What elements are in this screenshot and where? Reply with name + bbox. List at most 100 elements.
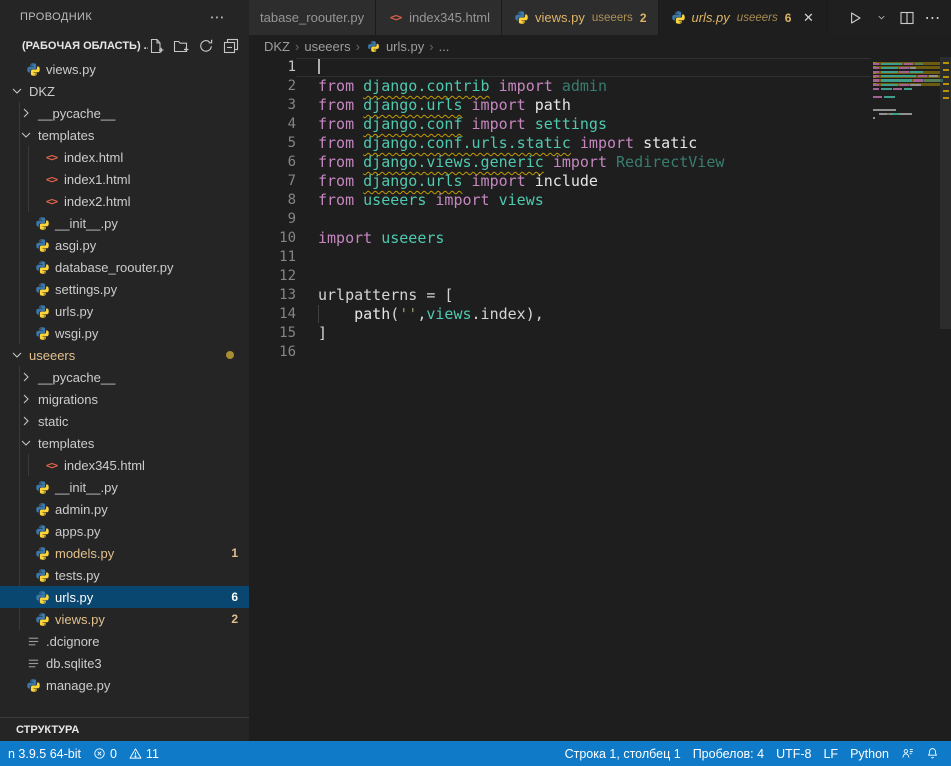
code-editor[interactable]: 12from django.contrib import admin3from … <box>249 57 951 741</box>
status-language-mode[interactable]: Python <box>844 747 895 761</box>
minimap-bar <box>899 84 908 86</box>
status-cursor-position[interactable]: Строка 1, столбец 1 <box>559 747 687 761</box>
code-line-content[interactable]: from django.urls import include <box>296 172 871 191</box>
tree-item-models.py[interactable]: models.py1 <box>0 542 249 564</box>
minimap-bar <box>873 96 882 98</box>
status-eol[interactable]: LF <box>817 747 844 761</box>
tree-item-useeers[interactable]: useeers <box>0 344 249 366</box>
breadcrumb-item[interactable]: DKZ <box>264 39 290 54</box>
tab-label: index345.html <box>409 10 490 25</box>
tree-item-views.py[interactable]: views.py2 <box>0 608 249 630</box>
tree-item-db.sqlite3[interactable]: db.sqlite3 <box>0 652 249 674</box>
breadcrumb-item[interactable]: useeers <box>304 39 350 54</box>
status-encoding[interactable]: UTF-8 <box>770 747 817 761</box>
code-line-content[interactable]: ] <box>296 324 871 343</box>
run-dropdown-button[interactable] <box>871 8 891 28</box>
tree-item-__pycache__[interactable]: __pycache__ <box>0 366 249 388</box>
tree-item-__init__.py[interactable]: __init__.py <box>0 212 249 234</box>
code-line-content[interactable]: from django.contrib import admin <box>296 77 871 96</box>
tree-item-apps.py[interactable]: apps.py <box>0 520 249 542</box>
tree-item-index.html[interactable]: <>index.html <box>0 146 249 168</box>
tree-item-label: DKZ <box>29 84 55 99</box>
tree-item-urls.py[interactable]: urls.py6 <box>0 586 249 608</box>
tree-item-static[interactable]: static <box>0 410 249 432</box>
more-actions-icon[interactable]: ⋯ <box>923 8 943 28</box>
code-line-content[interactable]: from useeers import views <box>296 191 871 210</box>
new-folder-icon[interactable] <box>173 38 189 54</box>
status-python-interpreter[interactable]: n 3.9.5 64-bit <box>2 747 87 761</box>
tree-item-tests.py[interactable]: tests.py <box>0 564 249 586</box>
chevron-right-icon <box>18 413 34 429</box>
code-line-content[interactable] <box>296 343 871 362</box>
code-line-content[interactable]: from django.conf.urls.static import stat… <box>296 134 871 153</box>
tab-views.py[interactable]: views.pyuseeers2 <box>502 0 658 35</box>
code-token <box>526 96 535 114</box>
status-notifications[interactable] <box>920 747 945 760</box>
code-line: 16 <box>249 343 951 362</box>
indent-guide <box>19 388 20 410</box>
status-errors-count[interactable]: 0 <box>87 747 123 761</box>
breadcrumb-item[interactable]: ... <box>439 39 450 54</box>
tree-item-views.py[interactable]: views.py <box>0 58 249 80</box>
python-file-icon <box>34 259 51 275</box>
tab-index345.html[interactable]: <>index345.html <box>376 0 502 35</box>
code-line-content[interactable]: from django.urls import path <box>296 96 871 115</box>
ellipsis-icon[interactable]: ⋯ <box>210 8 225 26</box>
tree-item-label: settings.py <box>55 282 117 297</box>
tree-item-__pycache__[interactable]: __pycache__ <box>0 102 249 124</box>
status-feedback[interactable] <box>895 747 920 760</box>
code-token <box>463 96 472 114</box>
tree-item-__init__.py[interactable]: __init__.py <box>0 476 249 498</box>
tree-item-migrations[interactable]: migrations <box>0 388 249 410</box>
code-line-content[interactable]: from django.conf import settings <box>296 115 871 134</box>
code-token: useeers <box>363 191 426 209</box>
workspace-section-header[interactable]: (РАБОЧАЯ ОБЛАСТЬ) ... <box>0 33 249 58</box>
code-line-content[interactable]: path('',views.index), <box>296 305 871 324</box>
run-button[interactable] <box>845 8 865 28</box>
tree-item-wsgi.py[interactable]: wsgi.py <box>0 322 249 344</box>
new-file-icon[interactable] <box>148 38 164 54</box>
tree-item-templates[interactable]: templates <box>0 432 249 454</box>
tree-item-label: admin.py <box>55 502 108 517</box>
status-label: Строка 1, столбец 1 <box>565 747 681 761</box>
scrollbar-track[interactable] <box>940 57 951 741</box>
tree-item-label: db.sqlite3 <box>46 656 102 671</box>
tree-item-index345.html[interactable]: <>index345.html <box>0 454 249 476</box>
tree-item-templates[interactable]: templates <box>0 124 249 146</box>
collapse-all-icon[interactable] <box>223 38 239 54</box>
tree-item-DKZ[interactable]: DKZ <box>0 80 249 102</box>
code-line-content[interactable] <box>296 210 871 229</box>
code-line: 13urlpatterns = [ <box>249 286 951 305</box>
tab-tabase_roouter.py[interactable]: tabase_roouter.py <box>249 0 376 35</box>
code-token: import <box>318 229 372 247</box>
code-line-content[interactable] <box>296 267 871 286</box>
minimap[interactable] <box>873 58 940 125</box>
tree-item-admin.py[interactable]: admin.py <box>0 498 249 520</box>
tree-item-manage.py[interactable]: manage.py <box>0 674 249 696</box>
tree-item-label: templates <box>38 128 94 143</box>
status-warnings-count[interactable]: 11 <box>123 747 165 761</box>
split-editor-button[interactable] <box>897 8 917 28</box>
refresh-icon[interactable] <box>198 38 214 54</box>
tree-item-asgi.py[interactable]: asgi.py <box>0 234 249 256</box>
code-line-content[interactable] <box>296 248 871 267</box>
chevron-right-icon <box>0 722 16 738</box>
code-line-content[interactable]: from django.views.generic import Redirec… <box>296 153 871 172</box>
code-line-content[interactable]: import useeers <box>296 229 871 248</box>
close-icon[interactable]: ✕ <box>800 10 816 26</box>
breadcrumb-item[interactable]: urls.py <box>386 39 424 54</box>
tree-item-index1.html[interactable]: <>index1.html <box>0 168 249 190</box>
tree-item-.dcignore[interactable]: .dcignore <box>0 630 249 652</box>
minimap-bar <box>899 67 908 69</box>
status-indentation[interactable]: Пробелов: 4 <box>687 747 770 761</box>
tree-item-index2.html[interactable]: <>index2.html <box>0 190 249 212</box>
tree-item-urls.py[interactable]: urls.py <box>0 300 249 322</box>
minimap-line <box>873 79 940 82</box>
code-token <box>354 191 363 209</box>
code-line-content[interactable] <box>296 58 871 77</box>
tree-item-settings.py[interactable]: settings.py <box>0 278 249 300</box>
code-line-content[interactable]: urlpatterns = [ <box>296 286 871 305</box>
tree-item-database_roouter.py[interactable]: database_roouter.py <box>0 256 249 278</box>
tab-urls.py[interactable]: urls.pyuseeers6✕ <box>659 0 829 35</box>
outline-section-header[interactable]: СТРУКТУРА <box>0 717 249 741</box>
